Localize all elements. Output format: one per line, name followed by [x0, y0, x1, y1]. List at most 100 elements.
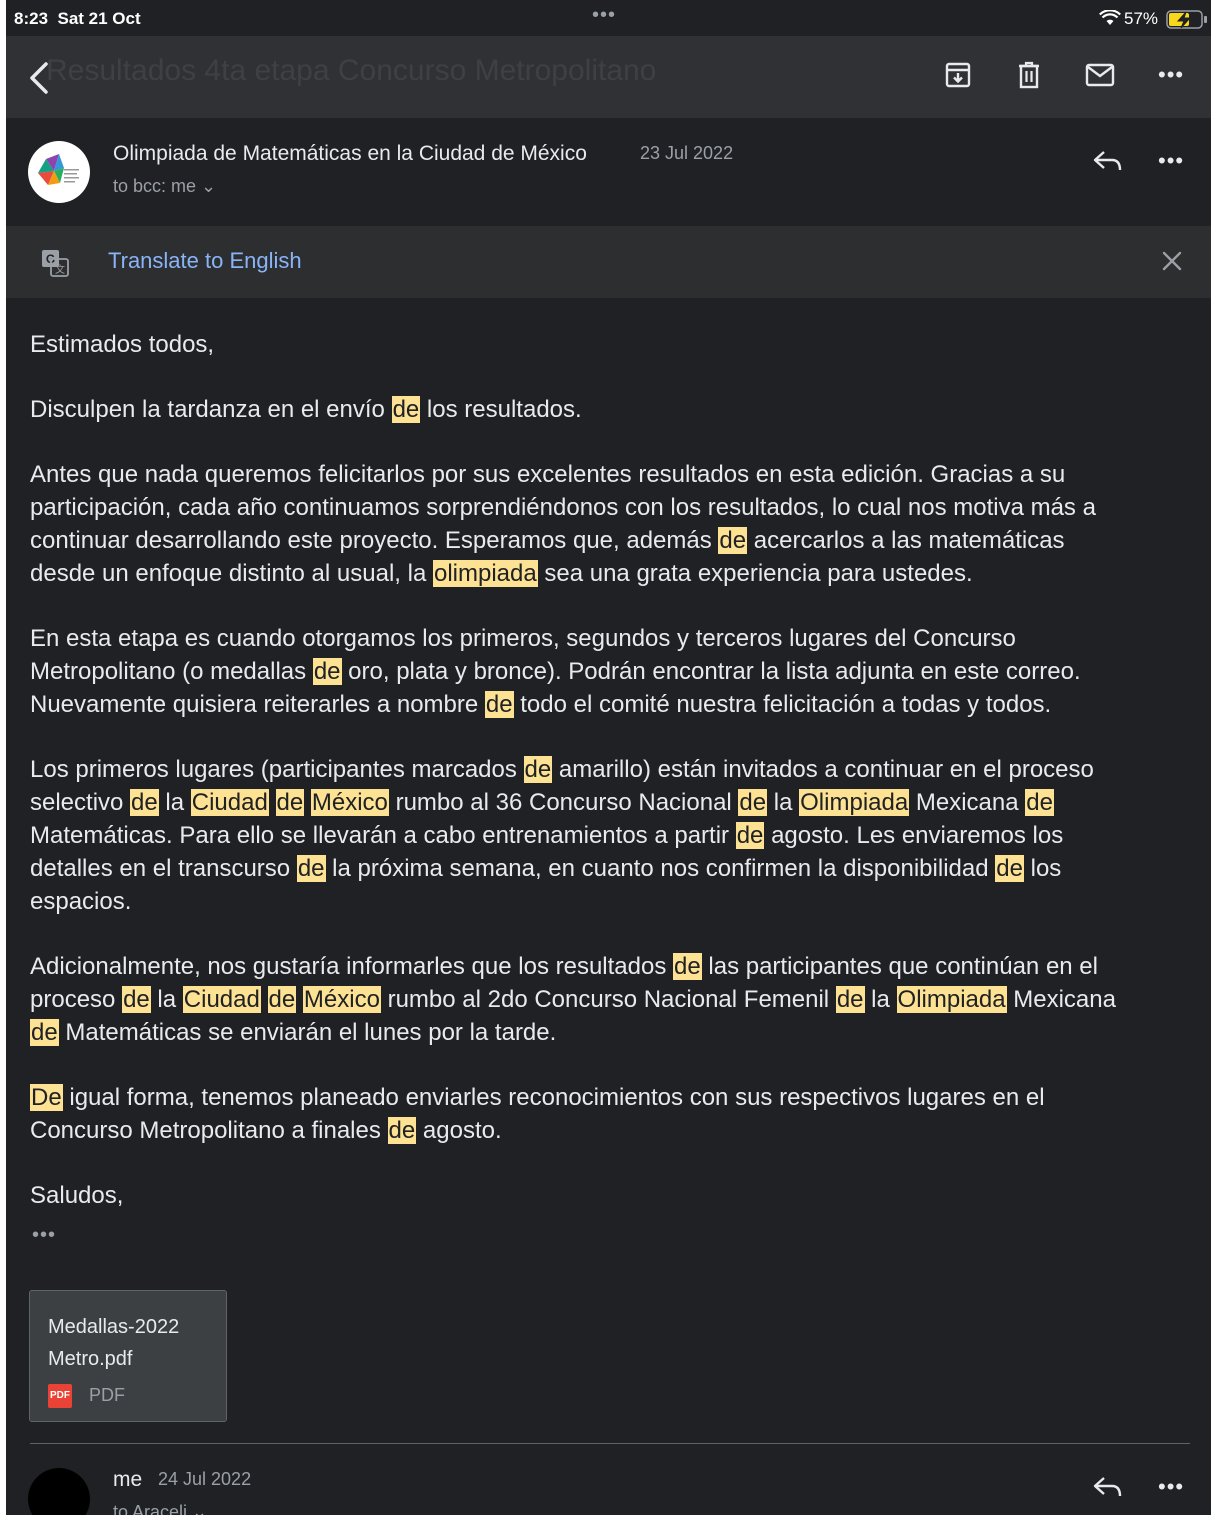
body-paragraph: En esta etapa es cuando otorgamos los pr…	[30, 622, 1195, 721]
body-line: participación, cada año continuamos sorp…	[30, 494, 1096, 521]
body-text: Los primeros lugares (participantes marc…	[30, 756, 524, 783]
sender-avatar[interactable]	[28, 1468, 90, 1515]
body-paragraph: Saludos,	[30, 1179, 1195, 1212]
body-line: espacios.	[30, 888, 131, 915]
search-highlight: Olimpiada	[896, 986, 1007, 1013]
body-line: desde un enfoque distinto al usual, la o…	[30, 560, 973, 587]
recipients-toggle[interactable]: to bcc: me ⌄	[113, 176, 216, 197]
body-text: oro, plata y bronce). Podrán encontrar l…	[341, 658, 1081, 685]
svg-text:文: 文	[55, 263, 65, 276]
reply-icon[interactable]	[1092, 1474, 1124, 1500]
archive-icon[interactable]	[943, 60, 973, 90]
body-paragraph: Adicionalmente, nos gustaría informarles…	[30, 950, 1195, 1049]
body-line: proceso de la Ciudad de México rumbo al …	[30, 986, 1116, 1013]
body-text: Matemáticas. Para ello se llevarán a cab…	[30, 822, 736, 849]
search-highlight: olimpiada	[432, 560, 538, 587]
search-highlight: de	[130, 789, 159, 816]
search-highlight: de	[296, 855, 326, 882]
search-highlight: de	[312, 658, 342, 685]
body-line: Concurso Metropolitano a finales de agos…	[30, 1117, 502, 1144]
attachment-filename: Medallas-2022 Metro.pdf	[48, 1316, 180, 1370]
body-text: Mexicana	[1006, 986, 1116, 1013]
mark-unread-icon[interactable]	[1085, 60, 1115, 90]
search-highlight: de	[267, 986, 297, 1013]
body-line: Saludos,	[30, 1182, 123, 1209]
more-icon[interactable]: •••	[1158, 62, 1184, 88]
search-highlight: Ciudad	[182, 986, 261, 1013]
search-highlight: de	[523, 756, 553, 783]
translate-link[interactable]: Translate to English	[108, 248, 302, 274]
pdf-file-icon: PDF	[48, 1384, 72, 1408]
body-text: igual forma, tenemos planeado enviarles …	[62, 1084, 1045, 1111]
body-paragraph: Disculpen la tardanza en el envío de los…	[30, 393, 1195, 426]
toolbar: Resultados 4ta etapa Concurso Metropolit…	[6, 36, 1211, 118]
attachment-card[interactable]: Medallas-2022 Metro.pdf PDF PDF	[29, 1290, 227, 1422]
body-line: Nuevamente quisiera reiterarles a nombre…	[30, 691, 1051, 718]
body-text: Nuevamente quisiera reiterarles a nombre	[30, 691, 485, 718]
back-icon[interactable]	[24, 58, 54, 98]
message-more-icon[interactable]: •••	[1158, 148, 1184, 174]
trash-icon[interactable]	[1014, 60, 1044, 90]
body-paragraph: Estimados todos,	[30, 328, 1195, 361]
message-divider	[30, 1443, 1190, 1444]
body-text: detalles en el transcurso	[30, 855, 297, 882]
body-text: Estimados todos,	[30, 331, 215, 358]
body-text: amarillo) están invitados a continuar en…	[552, 756, 1094, 783]
search-highlight: De	[30, 1084, 63, 1111]
status-time: 8:23 Sat 21 Oct	[14, 9, 141, 28]
search-highlight: de	[835, 986, 865, 1013]
body-text: En esta etapa es cuando otorgamos los pr…	[30, 625, 1016, 652]
body-text: todo el comité nuestra felicitación a to…	[513, 691, 1052, 718]
body-text: Antes que nada queremos felicitarlos por…	[30, 461, 1066, 488]
body-line: Estimados todos,	[30, 331, 214, 358]
multitasking-dots[interactable]: •••	[592, 4, 616, 27]
recipients-toggle[interactable]: to Araceli ⌄	[113, 1502, 207, 1515]
search-highlight: Ciudad	[190, 789, 269, 816]
search-highlight: de	[718, 527, 748, 554]
close-icon[interactable]	[1159, 248, 1185, 274]
body-text: participación, cada año continuamos sorp…	[30, 494, 1096, 521]
status-date: Sat 21 Oct	[57, 9, 141, 28]
message-more-icon[interactable]: •••	[1158, 1474, 1184, 1500]
message-date: 24 Jul 2022	[158, 1469, 252, 1489]
body-line: Disculpen la tardanza en el envío de los…	[30, 396, 582, 423]
body-paragraph: Antes que nada queremos felicitarlos por…	[30, 458, 1195, 590]
translate-icon: G 文	[42, 250, 69, 277]
status-bar: 8:23 Sat 21 Oct ••• 57%	[6, 0, 1211, 36]
search-highlight: de	[735, 822, 765, 849]
search-highlight: Olimpiada	[799, 789, 910, 816]
mail-app: 8:23 Sat 21 Oct ••• 57% Resultados 4ta e…	[6, 0, 1211, 1515]
body-text: Mexicana	[909, 789, 1026, 816]
search-highlight: de	[1025, 789, 1054, 816]
reply-icon[interactable]	[1092, 148, 1124, 174]
body-paragraph: Los primeros lugares (participantes marc…	[30, 753, 1195, 918]
body-line: Adicionalmente, nos gustaría informarles…	[30, 953, 1098, 980]
body-text: desde un enfoque distinto al usual, la	[30, 560, 433, 587]
body-line: selectivo de la Ciudad de México rumbo a…	[30, 789, 1054, 816]
body-text	[304, 789, 311, 816]
body-text: Saludos,	[30, 1182, 124, 1209]
search-highlight: de	[738, 789, 768, 816]
body-text: los resultados.	[420, 396, 582, 423]
sender-name[interactable]: me	[113, 1468, 142, 1492]
olympiad-logo-icon	[38, 154, 79, 185]
sender-avatar[interactable]	[28, 141, 90, 203]
show-trimmed-content-button[interactable]: •••	[32, 1224, 56, 1247]
body-text: acercarlos a las matemáticas	[747, 527, 1065, 554]
search-highlight: de	[275, 789, 305, 816]
search-highlight: de	[30, 1019, 59, 1046]
attachment-type: PDF	[89, 1385, 125, 1405]
body-text: proceso	[30, 986, 123, 1013]
battery-charging-icon	[1166, 10, 1207, 29]
body-line: continuar desarrollando este proyecto. E…	[30, 527, 1065, 554]
message-body: Estimados todos, Disculpen la tardanza en…	[30, 328, 1195, 1244]
body-line: De igual forma, tenemos planeado enviarl…	[30, 1084, 1045, 1111]
body-text: Concurso Metropolitano a finales	[30, 1117, 388, 1144]
email-subject: Resultados 4ta etapa Concurso Metropolit…	[46, 54, 657, 87]
body-line: detalles en el transcurso de la próxima …	[30, 855, 1061, 882]
search-highlight: de	[673, 953, 702, 980]
sender-name[interactable]: Olimpiada de Matemáticas en la Ciudad de…	[113, 142, 587, 166]
search-highlight: de	[995, 855, 1024, 882]
message-date: 23 Jul 2022	[640, 143, 734, 163]
body-text	[261, 986, 268, 1013]
